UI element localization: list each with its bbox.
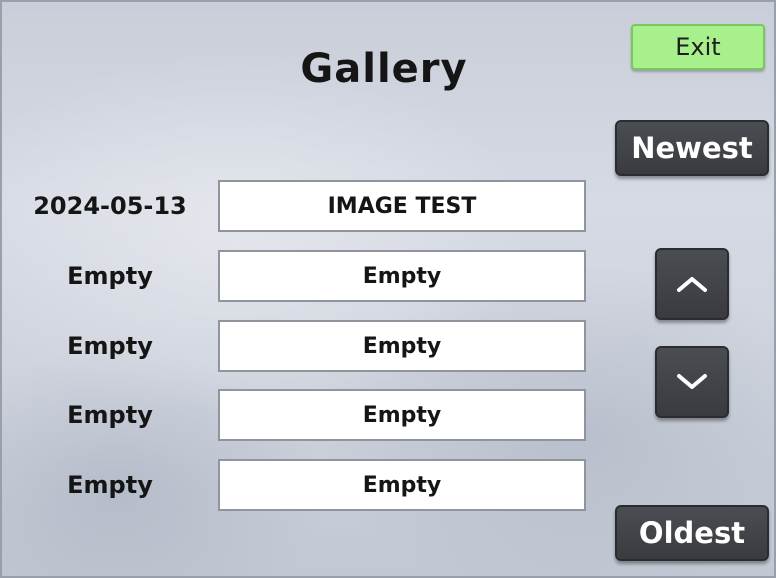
entry-date: 2024-05-13 xyxy=(33,192,187,220)
chevron-up-icon xyxy=(675,274,709,294)
entry-slot[interactable]: IMAGE TEST xyxy=(218,180,586,232)
scroll-up-button[interactable] xyxy=(655,248,729,320)
exit-button[interactable]: Exit xyxy=(631,24,765,70)
entry-slot[interactable]: Empty xyxy=(218,320,586,372)
entry-slot[interactable]: Empty xyxy=(218,250,586,302)
entry-date: Empty xyxy=(67,401,153,429)
entry-slot[interactable]: Empty xyxy=(218,389,586,441)
gallery-panel: Gallery Exit Newest Oldest 2024-05-13 IM… xyxy=(0,0,776,578)
scroll-down-button[interactable] xyxy=(655,346,729,418)
page-title: Gallery xyxy=(300,46,468,92)
entry-date: Empty xyxy=(67,262,153,290)
chevron-down-icon xyxy=(675,372,709,392)
entry-date: Empty xyxy=(67,471,153,499)
newest-button[interactable]: Newest xyxy=(615,120,769,176)
entry-slot[interactable]: Empty xyxy=(218,459,586,511)
oldest-button[interactable]: Oldest xyxy=(615,505,769,561)
entry-date: Empty xyxy=(67,332,153,360)
